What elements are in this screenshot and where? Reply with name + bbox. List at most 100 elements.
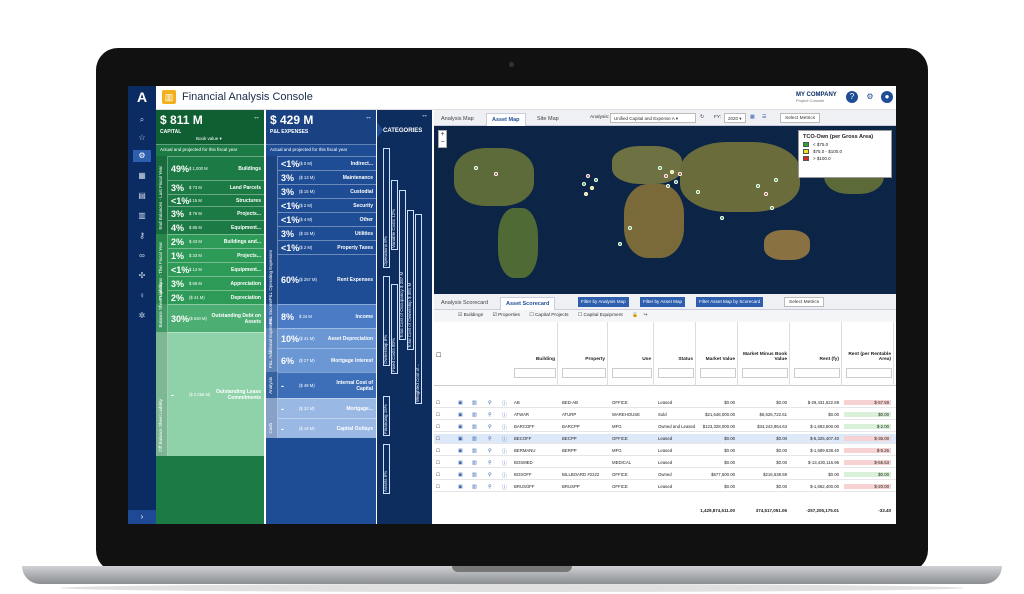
expand-nav-button[interactable]: › bbox=[128, 510, 156, 524]
pl-row[interactable]: 10% ($ 41 M) Asset Depreciation bbox=[278, 328, 376, 348]
map-icon[interactable]: ▣ bbox=[458, 460, 463, 466]
row-checkbox[interactable]: ☐ bbox=[436, 460, 440, 466]
row-checkbox[interactable]: ☐ bbox=[436, 448, 440, 454]
search-icon[interactable]: ⌕ bbox=[133, 114, 151, 126]
tab-asset-scorecard[interactable]: Asset Scorecard bbox=[500, 297, 556, 310]
list-icon[interactable]: ☰ bbox=[762, 115, 766, 120]
map-pin[interactable] bbox=[628, 226, 632, 230]
map-pin[interactable] bbox=[674, 180, 678, 184]
settings-icon[interactable]: ✲ bbox=[133, 310, 151, 322]
map-icon[interactable]: ▣ bbox=[458, 436, 463, 442]
capital-row[interactable]: 49% $ 1,000 M Buildings bbox=[168, 156, 264, 180]
info-icon[interactable]: ⓘ bbox=[502, 472, 507, 479]
capital-row[interactable]: 3% $ 73 M Land Parcels bbox=[168, 180, 264, 194]
capital-row[interactable]: 2% $ 43 M Buildings and... bbox=[168, 234, 264, 248]
pl-row[interactable]: <1% ($ 0 M) Indirect... bbox=[278, 156, 376, 170]
row-checkbox[interactable]: ☐ bbox=[436, 484, 440, 490]
capital-row[interactable]: 1% $ 33 M Projects... bbox=[168, 248, 264, 262]
analysis-select[interactable]: Unified Capital and Expense A ▾ bbox=[610, 113, 696, 123]
table-row[interactable]: ☐ ▣ ▥ ⚲ ⓘ BARCOFF BARCPP MFG Owned and Leased $12… bbox=[434, 422, 896, 432]
analysis-icon[interactable]: ⚙ bbox=[133, 150, 151, 162]
pl-row[interactable]: 6% ($ 27 M) Mortgage Interest bbox=[278, 348, 376, 372]
map-pin[interactable] bbox=[678, 172, 682, 176]
expand-icon[interactable]: ↔ bbox=[421, 112, 428, 119]
puzzle-icon[interactable]: ✣ bbox=[133, 270, 151, 282]
map-pin[interactable] bbox=[770, 206, 774, 210]
info-icon[interactable]: ⓘ bbox=[502, 436, 507, 443]
location-pin-icon[interactable]: ⚲ bbox=[488, 424, 492, 430]
expand-icon[interactable]: ↔ bbox=[253, 114, 260, 121]
location-pin-icon[interactable]: ⚲ bbox=[488, 460, 492, 466]
tab-analysis-map[interactable]: Analysis Map bbox=[436, 113, 479, 126]
key-icon[interactable]: ⚷ bbox=[133, 230, 151, 242]
profile-icon[interactable]: ● bbox=[881, 91, 893, 103]
tab-asset-map[interactable]: Asset Map bbox=[486, 113, 526, 126]
capital-row[interactable]: <1% $ 15 M Structures bbox=[168, 194, 264, 206]
bar-chart-icon[interactable]: ▥ bbox=[472, 448, 477, 454]
map-pin[interactable] bbox=[756, 184, 760, 188]
table-row[interactable]: ☐ ▣ ▥ ⚲ ⓘ BECOFF BECPP OFFICE Leased $0.00 $0.00 $-… bbox=[434, 434, 896, 444]
map-pin[interactable] bbox=[764, 192, 768, 196]
map-pin[interactable] bbox=[618, 242, 622, 246]
bulb-icon[interactable]: ♀ bbox=[133, 290, 151, 302]
map-pin[interactable] bbox=[582, 182, 586, 186]
info-icon[interactable]: ⓘ bbox=[502, 400, 507, 407]
row-checkbox[interactable]: ☐ bbox=[436, 412, 440, 418]
map-pin[interactable] bbox=[586, 174, 590, 178]
map-pin[interactable] bbox=[658, 166, 662, 170]
link-icon[interactable]: ∞ bbox=[133, 250, 151, 262]
grid-icon[interactable]: ▦ bbox=[750, 115, 755, 120]
map-icon[interactable]: ▣ bbox=[458, 448, 463, 454]
select-metrics-button[interactable]: Select Metrics bbox=[780, 113, 821, 123]
capital-row[interactable]: <1% $ 12 M Equipment... bbox=[168, 262, 264, 276]
table-row[interactable]: ☐ ▣ ▥ ⚲ ⓘ AB BED-AB OFFICE Leased $0.00 $0.00 $-29,… bbox=[434, 398, 896, 408]
pl-row[interactable]: 60% ($ 257 M) Rent Expenses bbox=[278, 254, 376, 304]
app-logo[interactable]: A bbox=[134, 88, 150, 106]
row-checkbox[interactable]: ☐ bbox=[436, 400, 440, 406]
help-icon[interactable]: ? bbox=[846, 91, 858, 103]
book-value-select[interactable]: Book value ▾ bbox=[196, 136, 222, 142]
capital-row[interactable]: - ($ 2,056 M) Outstanding Lease Commitment… bbox=[168, 332, 264, 456]
column-filter-input[interactable] bbox=[514, 368, 556, 378]
location-pin-icon[interactable]: ⚲ bbox=[488, 448, 492, 454]
tab-site-map[interactable]: Site Map bbox=[532, 113, 564, 126]
map-pin[interactable] bbox=[666, 184, 670, 188]
column-filter-input[interactable] bbox=[562, 368, 606, 378]
column-filter-input[interactable] bbox=[846, 368, 892, 378]
buildings-checkbox[interactable]: ☑ Buildings bbox=[458, 313, 487, 318]
table-row[interactable]: ☐ ▣ ▥ ⚲ ⓘ BOSMED MEDICAL Leased $0.00 $0.00 $-13,4… bbox=[434, 458, 896, 468]
map-pin[interactable] bbox=[474, 166, 478, 170]
pl-row[interactable]: 3% ($ 13 M) Maintenance bbox=[278, 170, 376, 184]
capital-row[interactable]: 3% $ 76 M Projects... bbox=[168, 206, 264, 220]
pl-row[interactable]: 8% $ 34 M Income bbox=[278, 304, 376, 328]
location-pin-icon[interactable]: ⚲ bbox=[488, 484, 492, 490]
row-checkbox[interactable]: ☐ bbox=[436, 424, 440, 430]
column-filter-input[interactable] bbox=[742, 368, 788, 378]
fy-select[interactable]: 2020 ▾ bbox=[724, 113, 746, 123]
building-icon[interactable]: ▦ bbox=[133, 170, 151, 182]
row-checkbox[interactable]: ☐ bbox=[436, 472, 440, 478]
filter-by-analysis-map-button[interactable]: Filter by Analysis Map bbox=[578, 297, 629, 307]
chart-icon[interactable]: ▤ bbox=[133, 190, 151, 202]
expand-icon[interactable]: ↔ bbox=[365, 114, 372, 121]
pl-row[interactable]: <1% ($ 4 M) Other bbox=[278, 212, 376, 226]
column-filter-input[interactable] bbox=[794, 368, 840, 378]
map-pin[interactable] bbox=[494, 172, 498, 176]
refresh-icon[interactable]: ↻ bbox=[700, 115, 704, 120]
capital-row[interactable]: 30% ($ 640 M) Outstanding Debt on Assets bbox=[168, 304, 264, 332]
capital-projects-checkbox[interactable]: ☐ Capital Projects bbox=[529, 313, 572, 318]
map-icon[interactable]: ▣ bbox=[458, 400, 463, 406]
document-icon[interactable]: ▥ bbox=[133, 210, 151, 222]
column-filter-input[interactable] bbox=[700, 368, 736, 378]
map-pin[interactable] bbox=[664, 174, 668, 178]
location-pin-icon[interactable]: ⚲ bbox=[488, 436, 492, 442]
bar-chart-icon[interactable]: ▥ bbox=[472, 472, 477, 478]
column-filter-input[interactable] bbox=[658, 368, 694, 378]
map-pin[interactable] bbox=[670, 170, 674, 174]
info-icon[interactable]: ⓘ bbox=[502, 424, 507, 431]
map-icon[interactable]: ▣ bbox=[458, 424, 463, 430]
info-icon[interactable]: ⓘ bbox=[502, 460, 507, 467]
bar-chart-icon[interactable]: ▥ bbox=[472, 484, 477, 490]
pl-row[interactable]: <1% ($ 2 M) Security bbox=[278, 198, 376, 212]
map-pin[interactable] bbox=[594, 178, 598, 182]
